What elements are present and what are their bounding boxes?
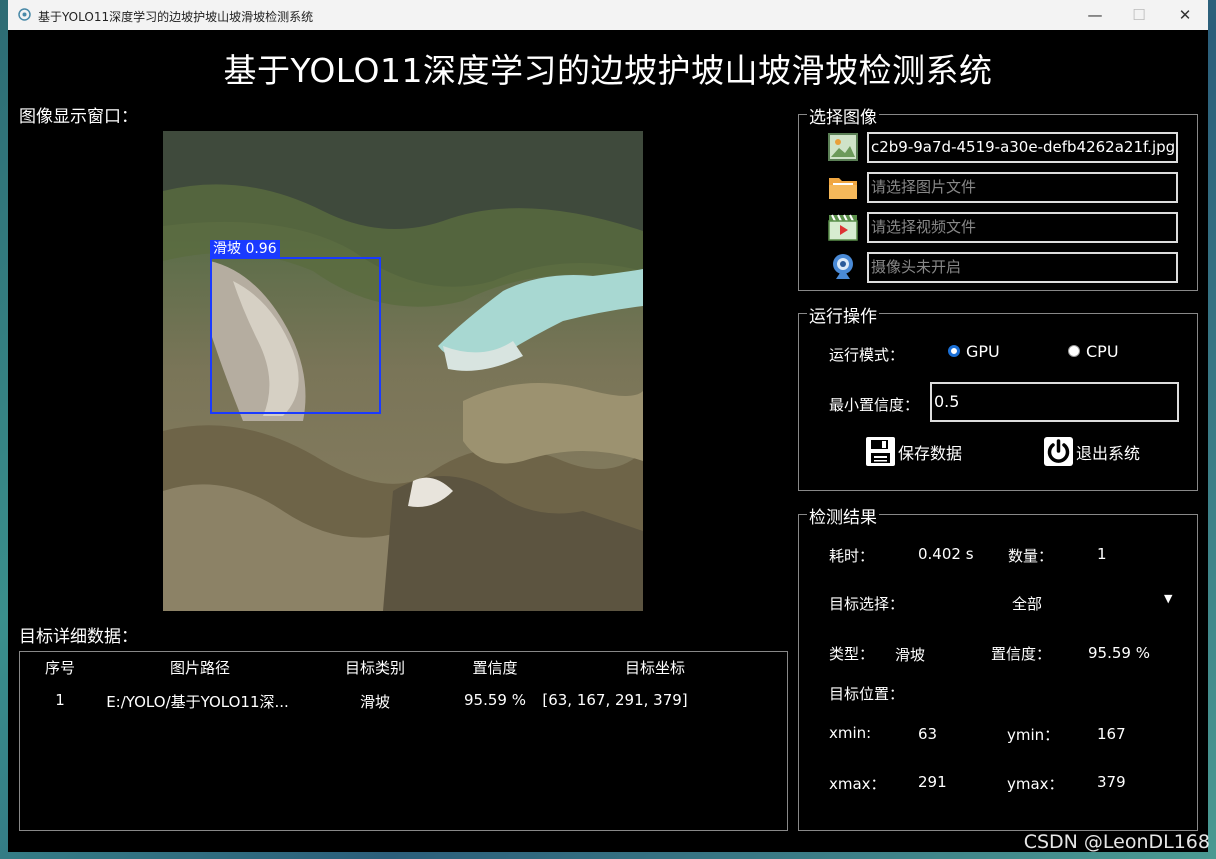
target-select-value: 全部 — [1012, 595, 1043, 613]
count-value: 1 — [1097, 545, 1107, 563]
app-icon — [18, 8, 31, 21]
results-group: 检测结果 耗时： 0.402 s 数量： 1 目标选择： 全部 ▼ 类型： 滑坡… — [798, 503, 1198, 831]
title-bar: 基于YOLO11深度学习的边坡护坡山坡滑坡检测系统 — ☐ ✕ — [8, 0, 1208, 30]
results-title: 检测结果 — [807, 503, 879, 528]
type-value: 滑坡 — [895, 646, 926, 664]
type-label: 类型： — [829, 645, 875, 663]
target-select-dropdown[interactable]: 全部 ▼ — [939, 585, 1179, 617]
column-header-path: 图片路径 — [169, 659, 230, 677]
cell-path: E:/YOLO/基于YOLO11深... — [106, 693, 289, 711]
minimize-button[interactable]: — — [1078, 4, 1112, 26]
image-file-field[interactable]: c2b9-9a7d-4519-a30e-defb4262a21f.jpg — [867, 132, 1178, 163]
min-confidence-input[interactable]: 0.5 — [930, 382, 1179, 422]
xmax-value: 291 — [918, 773, 947, 791]
ymin-label: ymin： — [1007, 726, 1060, 744]
image-file-icon[interactable] — [827, 131, 859, 163]
detection-label: 滑坡 0.96 — [210, 240, 280, 258]
column-header-coords: 目标坐标 — [624, 659, 685, 677]
min-confidence-label: 最小置信度： — [829, 396, 920, 414]
time-value: 0.402 s — [918, 545, 974, 563]
detection-box — [210, 257, 381, 414]
result-confidence-value: 95.59 % — [1088, 644, 1150, 662]
cell-class: 滑坡 — [359, 693, 390, 711]
gpu-radio[interactable] — [948, 345, 960, 357]
column-header-confidence: 置信度 — [472, 659, 518, 677]
ymin-value: 167 — [1097, 725, 1126, 743]
run-mode-label: 运行模式： — [829, 346, 905, 364]
maximize-button[interactable]: ☐ — [1122, 4, 1156, 26]
select-image-title: 选择图像 — [807, 103, 879, 128]
save-data-label: 保存数据 — [898, 443, 963, 463]
column-header-index: 序号 — [44, 659, 75, 677]
cell-confidence: 95.59 % — [464, 691, 526, 709]
run-ops-title: 运行操作 — [807, 302, 879, 327]
time-label: 耗时： — [829, 547, 875, 565]
cell-index: 1 — [55, 691, 65, 709]
xmin-value: 63 — [918, 725, 938, 743]
folder-icon[interactable] — [827, 171, 859, 203]
image-window-label: 图像显示窗口： — [19, 107, 138, 127]
exit-system-label: 退出系统 — [1076, 443, 1141, 463]
window-title: 基于YOLO11深度学习的边坡护坡山坡滑坡检测系统 — [38, 10, 314, 24]
video-file-icon[interactable] — [827, 211, 859, 243]
exit-system-button[interactable]: 退出系统 — [1043, 436, 1140, 467]
power-icon — [1044, 437, 1073, 466]
video-file-field[interactable]: 请选择视频文件 — [867, 212, 1178, 243]
position-label: 目标位置： — [829, 685, 905, 703]
target-select-label: 目标选择： — [829, 595, 905, 613]
camera-field[interactable]: 摄像头未开启 — [867, 252, 1178, 283]
ymax-value: 379 — [1097, 773, 1126, 791]
gpu-radio-label[interactable]: GPU — [966, 342, 1000, 361]
xmin-label: xmin: — [829, 724, 872, 742]
chevron-down-icon: ▼ — [1164, 592, 1173, 605]
close-button[interactable]: ✕ — [1168, 4, 1202, 26]
page-title: 基于YOLO11深度学习的边坡护坡山坡滑坡检测系统 — [223, 51, 993, 90]
detail-table-label: 目标详细数据： — [19, 627, 138, 647]
cpu-radio-label[interactable]: CPU — [1086, 342, 1119, 361]
image-display: 滑坡 0.96 — [163, 131, 643, 611]
cell-coords: [63, 167, 291, 379] — [542, 691, 688, 709]
app-window: 基于YOLO11深度学习的边坡护坡山坡滑坡检测系统 — ☐ ✕ 基于YOLO11… — [8, 0, 1208, 852]
watermark: CSDN @LeonDL168 — [1023, 831, 1210, 853]
cpu-radio[interactable] — [1068, 345, 1080, 357]
select-image-group: 选择图像 c2b9-9a7d-4519-a30e-defb4262a21f.jp… — [798, 103, 1198, 291]
save-icon — [866, 437, 895, 466]
save-data-button[interactable]: 保存数据 — [865, 436, 962, 467]
detail-table[interactable]: 序号 图片路径 目标类别 置信度 目标坐标 1 E:/YOLO/基于YOLO11… — [19, 651, 788, 831]
count-label: 数量： — [1008, 547, 1054, 565]
image-folder-field[interactable]: 请选择图片文件 — [867, 172, 1178, 203]
run-ops-group: 运行操作 运行模式： GPU CPU 最小置信度： 0.5 保存数据 退出系统 — [798, 302, 1198, 491]
column-header-class: 目标类别 — [344, 659, 405, 677]
ymax-label: ymax： — [1007, 775, 1064, 793]
camera-icon[interactable] — [827, 251, 859, 283]
result-confidence-label: 置信度： — [991, 645, 1052, 663]
xmax-label: xmax： — [829, 775, 886, 793]
